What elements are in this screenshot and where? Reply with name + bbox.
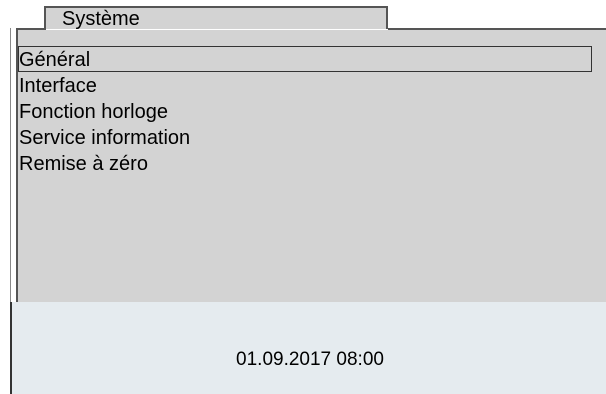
left-frame-line [10, 28, 11, 302]
tab-system-label: Système [62, 8, 140, 30]
menu-item-label: Fonction horloge [19, 101, 168, 123]
tab-system[interactable]: Système [44, 6, 388, 30]
date-time-display: 01.09.2017 08:00 [236, 349, 384, 370]
menu-item-service-information[interactable]: Service information [18, 124, 592, 150]
menu-item-label: Général [19, 49, 91, 71]
menu-item-reset[interactable]: Remise à zéro [18, 150, 592, 176]
menu-panel: Général Interface Fonction horloge Servi… [16, 30, 606, 302]
menu-item-general[interactable]: Général [18, 46, 592, 72]
status-bar: 01.09.2017 08:00 [10, 302, 606, 394]
menu-item-label: Interface [19, 75, 97, 97]
device-screen: Système Général Interface Fonction horlo… [0, 0, 606, 394]
system-menu: Général Interface Fonction horloge Servi… [18, 46, 592, 176]
menu-item-label: Service information [19, 127, 191, 149]
menu-item-interface[interactable]: Interface [18, 72, 592, 98]
menu-item-clock-function[interactable]: Fonction horloge [18, 98, 592, 124]
menu-item-label: Remise à zéro [19, 153, 148, 175]
